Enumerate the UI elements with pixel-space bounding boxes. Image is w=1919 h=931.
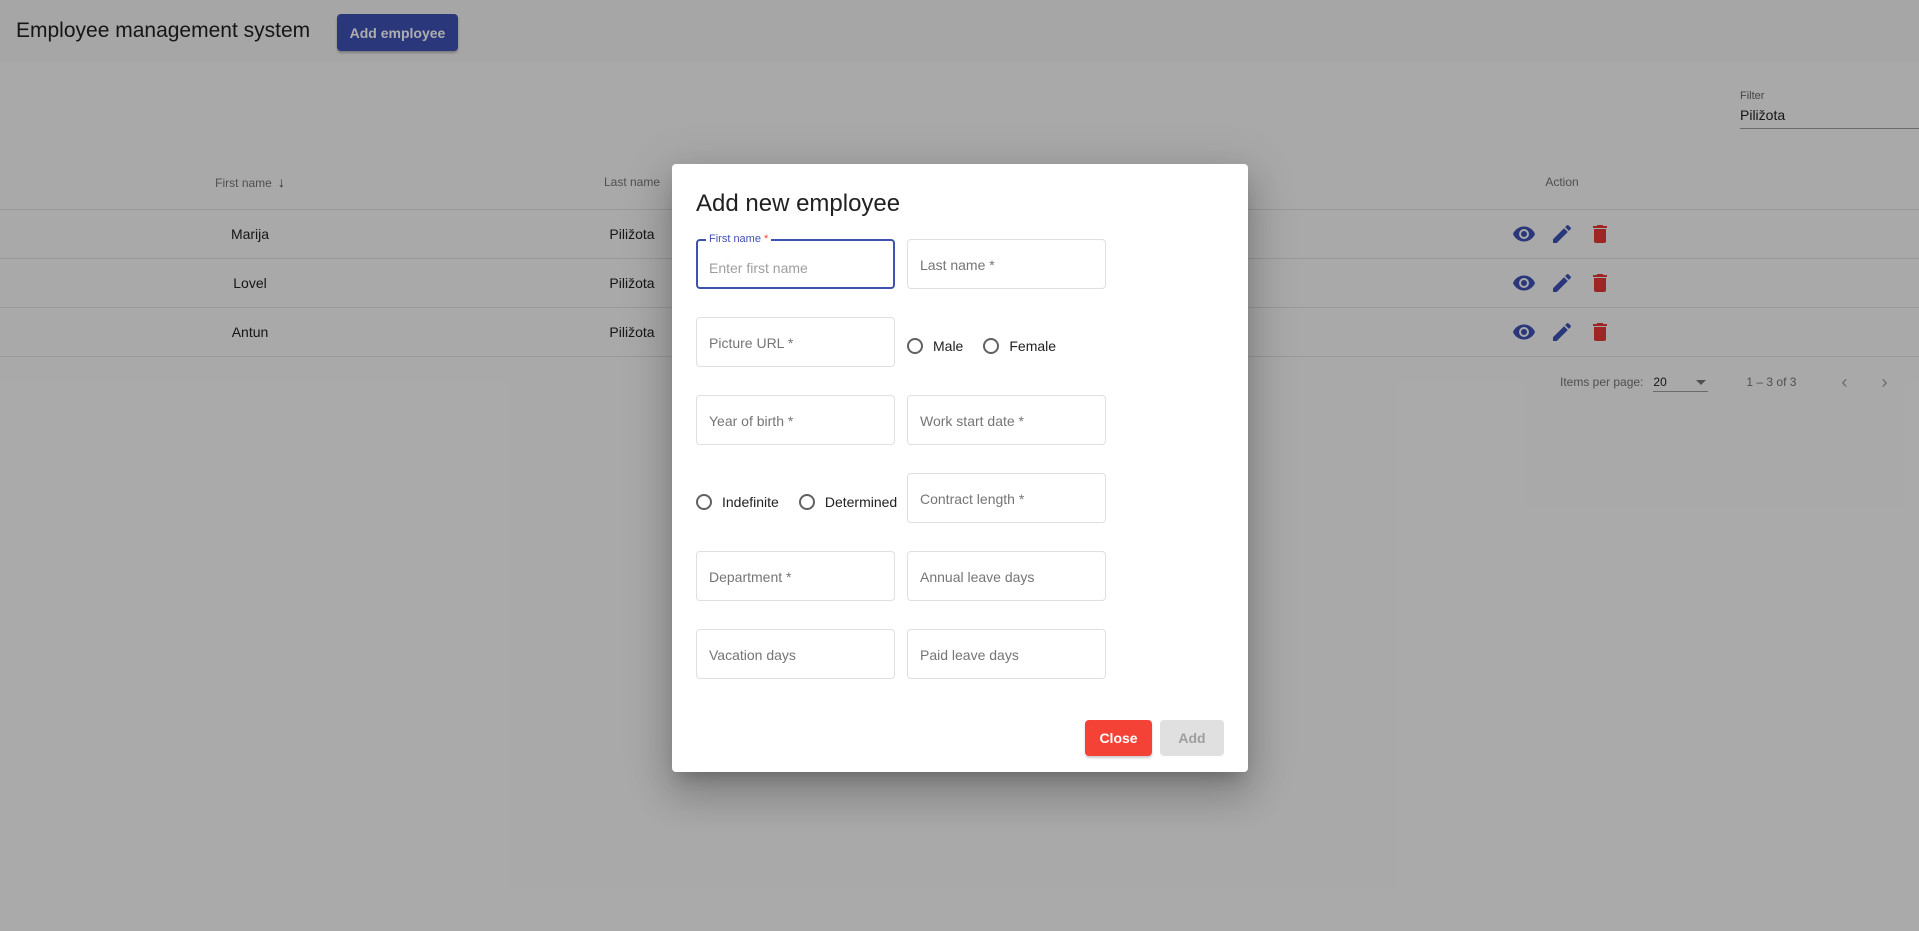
last-name-input[interactable] <box>918 240 1100 290</box>
picture-url-field <box>696 317 895 368</box>
department-input[interactable] <box>707 552 889 602</box>
annual-leave-days-field <box>907 551 1106 602</box>
paid-leave-days-field <box>907 629 1106 680</box>
contract-length-field <box>907 473 1106 524</box>
contract-length-input[interactable] <box>918 474 1100 524</box>
department-field <box>696 551 895 602</box>
radio-label: Determined <box>824 494 898 510</box>
first-name-label: First name * <box>706 233 772 245</box>
work-start-date-field <box>907 395 1106 446</box>
first-name-input[interactable] <box>707 247 889 289</box>
last-name-field <box>907 239 1106 290</box>
vacation-days-field <box>696 629 895 680</box>
radio-determined[interactable]: Determined <box>798 494 898 510</box>
radio-circle-icon <box>983 338 1000 354</box>
add-employee-dialog: Add new employee First name * Male Femal… <box>672 164 1248 772</box>
close-button[interactable]: Close <box>1085 720 1152 756</box>
radio-female[interactable]: Female <box>983 338 1056 354</box>
first-name-field: First name * <box>696 233 895 289</box>
gender-radio-group: Male Female <box>907 338 1056 354</box>
radio-male[interactable]: Male <box>907 338 963 354</box>
radio-circle-icon <box>798 494 815 510</box>
radio-label: Female <box>1009 338 1057 354</box>
vacation-days-input[interactable] <box>707 630 889 680</box>
radio-circle-icon <box>907 338 923 354</box>
paid-leave-days-input[interactable] <box>918 630 1100 680</box>
add-button[interactable]: Add <box>1160 720 1224 756</box>
radio-label: Indefinite <box>722 494 779 510</box>
work-start-date-input[interactable] <box>918 396 1100 446</box>
picture-url-input[interactable] <box>707 318 889 368</box>
radio-indefinite[interactable]: Indefinite <box>696 494 779 510</box>
radio-circle-icon <box>696 494 712 510</box>
contract-type-radio-group: Indefinite Determined <box>696 494 897 510</box>
year-of-birth-field <box>696 395 895 446</box>
dialog-title: Add new employee <box>696 190 901 217</box>
annual-leave-days-input[interactable] <box>918 552 1100 602</box>
year-of-birth-input[interactable] <box>707 396 889 446</box>
radio-label: Male <box>933 338 964 354</box>
